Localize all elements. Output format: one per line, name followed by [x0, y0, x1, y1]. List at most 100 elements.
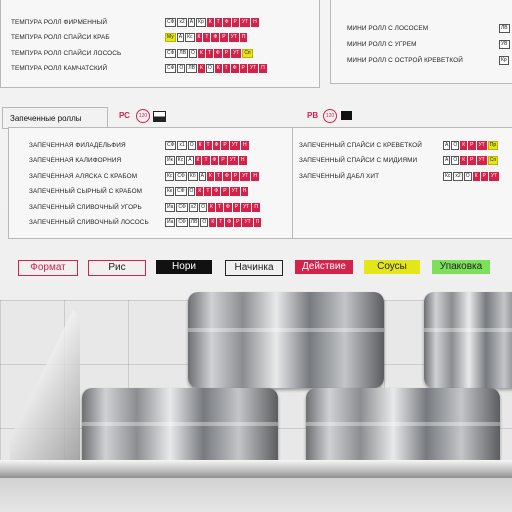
code-tag: А	[198, 171, 206, 181]
code-tag: СФ	[165, 17, 177, 27]
code-tag: П	[239, 33, 248, 42]
code-tags: Кс СФ Кб А К Т Ф Р УТ Н	[165, 171, 259, 181]
menu-item-name: ЗАПЕЧЕННАЯ АЛЯСКА С КРАБОМ	[29, 172, 138, 180]
menu-item-name: ТЕМПУРА РОЛЛ СПАЙСИ КРАБ	[11, 34, 110, 41]
panel-tempura: ТЕМПУРА РОЛЛ ФИРМЕННЫЙ СФ х2 А Кр К Т Ф Р УТ Н ТЕМП…	[0, 0, 320, 88]
menu-item-name: ЗАПЕЧЕННЫЙ ДАБЛ ХИТ	[299, 172, 380, 180]
code-tag: К	[472, 171, 480, 181]
legend-item-u: Упаковка	[432, 260, 490, 274]
menu-row: ЗАПЕЧЕННЫЙ СПАЙСИ С МИДИЯМИ А О К Р УТ Сп	[293, 156, 512, 166]
code-tag: О	[177, 64, 186, 73]
code-tag: СФ	[175, 187, 187, 196]
menu-item-name: ЗАПЕЧЕННЫЙ СЛИВОЧНЫЙ ЛОСОСЬ	[29, 219, 149, 226]
code-tag: О	[187, 140, 196, 150]
code-tag: х1	[177, 140, 187, 150]
code-tag: УТ	[231, 48, 242, 58]
code-tag: Кс	[175, 156, 186, 165]
code-tag: К	[196, 187, 204, 196]
code-tags: Ик Кс А К Т Ф Р УТ Н	[165, 156, 247, 165]
code-tag: Н	[251, 171, 259, 181]
steel-container-top-right	[424, 292, 512, 388]
code-tag: Н	[240, 140, 249, 150]
code-tag: Ф	[222, 171, 231, 181]
code-tag: ЛВ	[188, 218, 200, 227]
code-tag: Т	[214, 171, 222, 181]
badge-pb: РВ	[307, 111, 319, 120]
code-tag: Му	[165, 33, 176, 42]
code-tag: Р	[221, 140, 229, 150]
legend-item-f: Формат	[18, 260, 78, 276]
menu-row: ТЕМПУРА РОЛЛ ФИРМЕННЫЙ СФ х2 А Кр К Т Ф Р УТ Н	[1, 17, 319, 27]
menu-row: ЗАПЕЧЕННЫЙ СЛИВОЧНЫЙ ЛОСОСЬ Иа СФ ЛВ О К Т Ф Р УТ…	[9, 218, 293, 228]
code-tag: Р	[220, 33, 228, 42]
code-tag: УТ	[239, 17, 251, 27]
code-tag: Т	[204, 187, 212, 196]
code-tag: УТ	[228, 33, 239, 42]
code-tag: СФ	[176, 202, 188, 212]
nori-half-icon	[153, 111, 166, 122]
code-tag: Ф	[210, 156, 219, 165]
code-tag: Р	[234, 218, 242, 227]
code-tag: О	[463, 171, 472, 181]
code-tag: А	[187, 17, 196, 27]
menu-item-name: ЗАПЕЧЕННЫЙ СПАЙСИ С МИДИЯМИ	[299, 157, 418, 164]
legend-item-d: Действие	[295, 260, 353, 274]
menu-item-name: МИНИ РОЛЛ С ОСТРОЙ КРЕВЕТКОЙ	[347, 56, 463, 64]
timer-icon-right: 120	[323, 109, 337, 123]
code-tags: Иа СФ х2 О К Т Ф Р УТ П	[165, 202, 260, 212]
code-tag: Иа	[165, 218, 176, 227]
code-tag: Н	[251, 17, 259, 27]
code-tag: УТ	[247, 64, 259, 73]
code-tag: К	[194, 156, 202, 165]
code-tag: Кб	[187, 171, 198, 181]
code-tags: Кк СФ О К Т Ф Р УТ Н	[165, 187, 249, 196]
menu-row: МИНИ РОЛЛ С ЛОСОСЕМ ЛВ	[331, 23, 512, 33]
badge-rc: РС	[119, 111, 130, 120]
menu-row: ТЕМПУРА РОЛЛ СПАЙСИ КРАБ Му А Кс К Т Ф Р УТ П	[1, 33, 319, 43]
code-tag: О	[451, 156, 460, 165]
code-tags: СФ х1 О К Т Ф Р УТ Н	[165, 140, 249, 150]
code-tag: Ф	[222, 17, 231, 27]
code-tag: УТ	[240, 171, 251, 181]
code-tags: А О К Р УТ Пр	[443, 140, 499, 150]
code-tag: Ф	[230, 64, 239, 73]
code-tag: Т	[222, 64, 230, 73]
menu-row: МИНИ РОЛЛ С УГРЕМ УВ	[331, 39, 512, 49]
code-tag: Кс	[185, 33, 195, 42]
code-tag: СФ	[175, 171, 187, 181]
code-tag: А	[176, 33, 185, 42]
code-tag: Т	[214, 17, 222, 27]
code-tag: О	[205, 64, 214, 73]
code-tag: Р	[468, 140, 476, 150]
code-tag: УВ	[499, 39, 510, 49]
panel-baked-right: ЗАПЕЧЕННЫЙ СПАЙСИ С КРЕВЕТКОЙ А О К Р УТ Пр ЗАП…	[292, 127, 512, 239]
code-tag: Ф	[213, 48, 222, 58]
code-tag: Р	[219, 156, 227, 165]
code-tag: Иа	[165, 202, 176, 212]
menu-item-name: ЗАПЕЧЕННАЯ ФИЛАДЕЛЬФИЯ	[29, 141, 126, 149]
code-tag: О	[187, 187, 196, 196]
menu-row: ЗАПЕЧЕННАЯ КАЛИФОРНИЯ Ик Кс А К Т Ф Р УТ Н	[9, 156, 293, 166]
code-tags: СФ ЛВ О К Т Ф Р УТ Сп	[165, 48, 253, 58]
legend-item-c: Начинка	[225, 260, 283, 276]
code-tag: Кр	[196, 17, 206, 27]
code-tag: О	[199, 202, 207, 212]
code-tag: Кк	[165, 187, 175, 196]
code-tag: УТ	[242, 218, 253, 227]
code-tag: х2	[177, 17, 187, 27]
code-tag: СФ	[165, 64, 177, 73]
code-tags: Кс х2 О К Р УТ	[443, 171, 500, 181]
menu-item-name: ЗАПЕЧЕННЫЙ СЛИВОЧНЫЙ УГОРЬ	[29, 203, 142, 211]
steel-shelf	[0, 460, 512, 478]
menu-item-name: ТЕМПУРА РОЛЛ СПАЙСИ ЛОСОСЬ	[11, 49, 122, 57]
timer-icon-left: 120	[136, 109, 150, 123]
code-tag: К	[207, 202, 215, 212]
menu-row: ЗАПЕЧЕННАЯ АЛЯСКА С КРАБОМ Кс СФ Кб А К Т Ф Р УТ Н	[9, 171, 293, 181]
steel-container-top-left	[188, 292, 384, 388]
code-tag: СФ	[176, 218, 188, 227]
code-tag: Р	[232, 202, 241, 212]
panel-baked-left: ЗАПЕЧЕННАЯ ФИЛАДЕЛЬФИЯ СФ х1 О К Т Ф Р УТ Н ЗАПЕЧЕ…	[8, 127, 294, 239]
code-tag: УТ	[241, 202, 252, 212]
code-tags: СФ О ЛВ К О К Т Ф Р УТ П	[165, 64, 267, 73]
code-tag: Р	[221, 187, 229, 196]
